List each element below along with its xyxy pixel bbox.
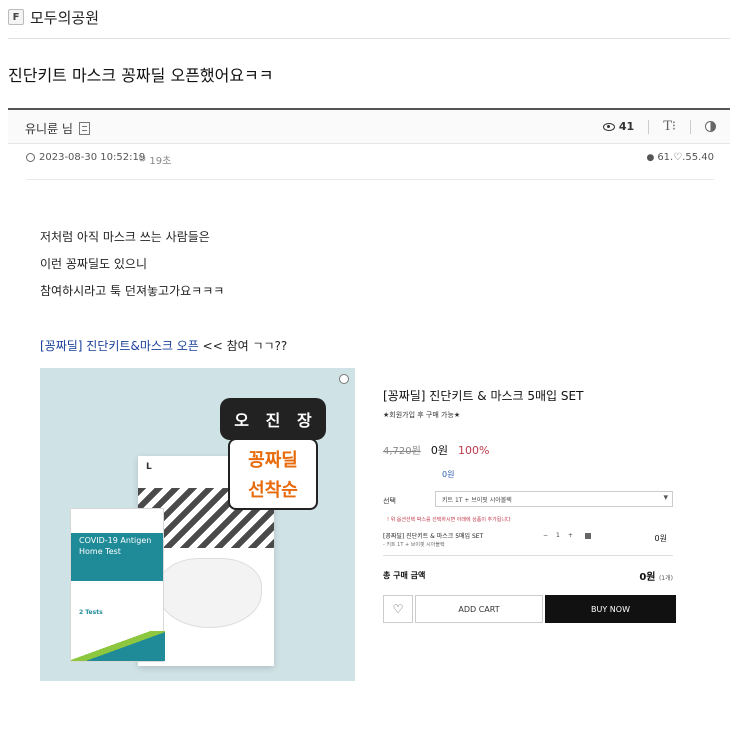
test-kit-box: COVID-19 Antigen Home Test 2 Tests [70, 508, 165, 662]
stamp-line-1: 꽁짜딜 [248, 450, 298, 471]
body-text-line: 참여하시라고 툭 던져놓고가요ㅋㅋㅋ [40, 284, 225, 298]
divider [648, 119, 650, 134]
post-meta-bar: 유니륜 님 41 T⁝ [8, 108, 730, 144]
price-sale: 0원 [430, 444, 448, 457]
stamp-char: 진 [265, 411, 281, 430]
price-zero: 0원 [442, 470, 455, 479]
stamp-top: 오 진 장 [220, 398, 326, 440]
qty-value[interactable]: 1 [556, 532, 560, 539]
post-elapsed: ↻ 19초 [138, 152, 171, 167]
mask-shape [158, 558, 262, 628]
body-text-line: 저처럼 아직 마스크 쓰는 사람들은 [40, 230, 210, 244]
quantity-stepper: − 1 + [543, 532, 591, 539]
expand-icon[interactable] [339, 374, 349, 384]
view-count-value: 41 [618, 120, 635, 133]
post-elapsed-value: 19초 [149, 156, 172, 167]
total-price: 0원 [639, 572, 656, 583]
post-date: 2023-08-30 10:52:19 [26, 152, 145, 163]
meta-tools: 41 T⁝ [602, 119, 716, 134]
history-icon: ↻ [138, 154, 147, 165]
product-image[interactable]: L COVID-19 Antigen Home Test 2 Tests 오 진… [40, 368, 355, 681]
option-select[interactable]: 키트 1T + 브이핏 시아볼렉 [435, 491, 673, 507]
font-size-icon[interactable]: T⁝ [663, 119, 676, 134]
memo-icon[interactable] [78, 122, 90, 135]
post-date-value: 2023-08-30 10:52:19 [39, 152, 146, 163]
author-name[interactable]: 유니륜 님 [25, 120, 73, 137]
post-title: 진단키트 마스크 꽁짜딜 오픈했어요ㅋㅋ [8, 66, 274, 85]
divider [8, 38, 730, 39]
board-header: F 모두의공원 [8, 6, 99, 28]
clock-icon [26, 153, 35, 162]
item-option: - 키트 1T + 브이핏 시아볼렉 [383, 542, 445, 548]
divider [26, 179, 714, 180]
add-cart-button[interactable]: ADD CART [415, 595, 543, 623]
stamp-line-2: 선착순 [248, 480, 298, 501]
buy-now-button[interactable]: BUY NOW [545, 595, 676, 623]
post-ip-value: 61.♡.55.40 [657, 152, 714, 163]
body-link-line: [꽁짜딜] 진단키트&마스크 오픈 << 참여 ㄱㄱ?? [40, 337, 287, 354]
post-sub-meta: 2023-08-30 10:52:19 ↻ 19초 ● 61.♡.55.40 [26, 152, 714, 170]
kit-tests: 2 Tests [79, 609, 103, 616]
link-suffix: << 참여 ㄱㄱ?? [198, 339, 288, 353]
shop-panel: [꽁짜딜] 진단키트 & 마스크 5매입 SET ★회원가입 후 구매 가능★ … [355, 368, 699, 681]
contrast-icon[interactable] [705, 121, 716, 132]
event-link[interactable]: [꽁짜딜] 진단키트&마스크 오픈 [40, 339, 199, 353]
selected-item-row: [꽁짜딜] 진단키트 & 마스크 5매입 SET - 키트 1T + 브이핏 시… [383, 528, 673, 556]
stamp-char: 오 [234, 411, 250, 430]
option-notice: ! 위 옵션선택 박스를 선택하시면 아래에 상품이 추가됩니다 [387, 517, 511, 523]
divider [690, 119, 691, 134]
stamp-char: 장 [296, 411, 312, 430]
post-ip: ● 61.♡.55.40 [646, 152, 714, 163]
heart-icon: ♡ [392, 602, 404, 616]
delete-icon[interactable] [584, 532, 591, 539]
view-count: 41 [602, 120, 635, 133]
kit-title: COVID-19 Antigen Home Test [79, 536, 152, 556]
item-price: 0원 [654, 534, 667, 543]
board-name-link[interactable]: 모두의공원 [30, 7, 99, 28]
shop-product-title: [꽁짜딜] 진단키트 & 마스크 5매입 SET [383, 389, 584, 403]
author[interactable]: 유니륜 님 [25, 120, 90, 137]
option-label: 선택 [383, 497, 396, 505]
eye-icon [602, 122, 615, 131]
price-original: 4,720원 [383, 446, 421, 457]
qty-plus-button[interactable]: + [568, 532, 573, 539]
item-name: [꽁짜딜] 진단키트 & 마스크 5매입 SET [383, 533, 484, 540]
total-count: (1개) [658, 575, 673, 582]
location-pin-icon: ● [646, 152, 655, 163]
body-text-line: 이런 꽁짜딜도 있으니 [40, 257, 147, 271]
price-row: 4,720원 0원 100% [383, 442, 489, 458]
total-label: 총 구매 금액 [383, 571, 426, 580]
kit-stripe [71, 631, 165, 661]
board-badge: F [8, 9, 24, 25]
stamp-bottom: 꽁짜딜 선착순 [228, 438, 318, 510]
wishlist-button[interactable]: ♡ [383, 595, 413, 623]
qty-minus-button[interactable]: − [543, 532, 548, 539]
mask-size-label: L [146, 462, 152, 472]
shop-subtitle: ★회원가입 후 구매 가능★ [383, 411, 461, 419]
promo-stamp: 오 진 장 꽁짜딜 선착순 [220, 398, 326, 510]
total-value: 0원 (1개) [639, 568, 673, 583]
discount-percent: 100% [457, 444, 490, 457]
